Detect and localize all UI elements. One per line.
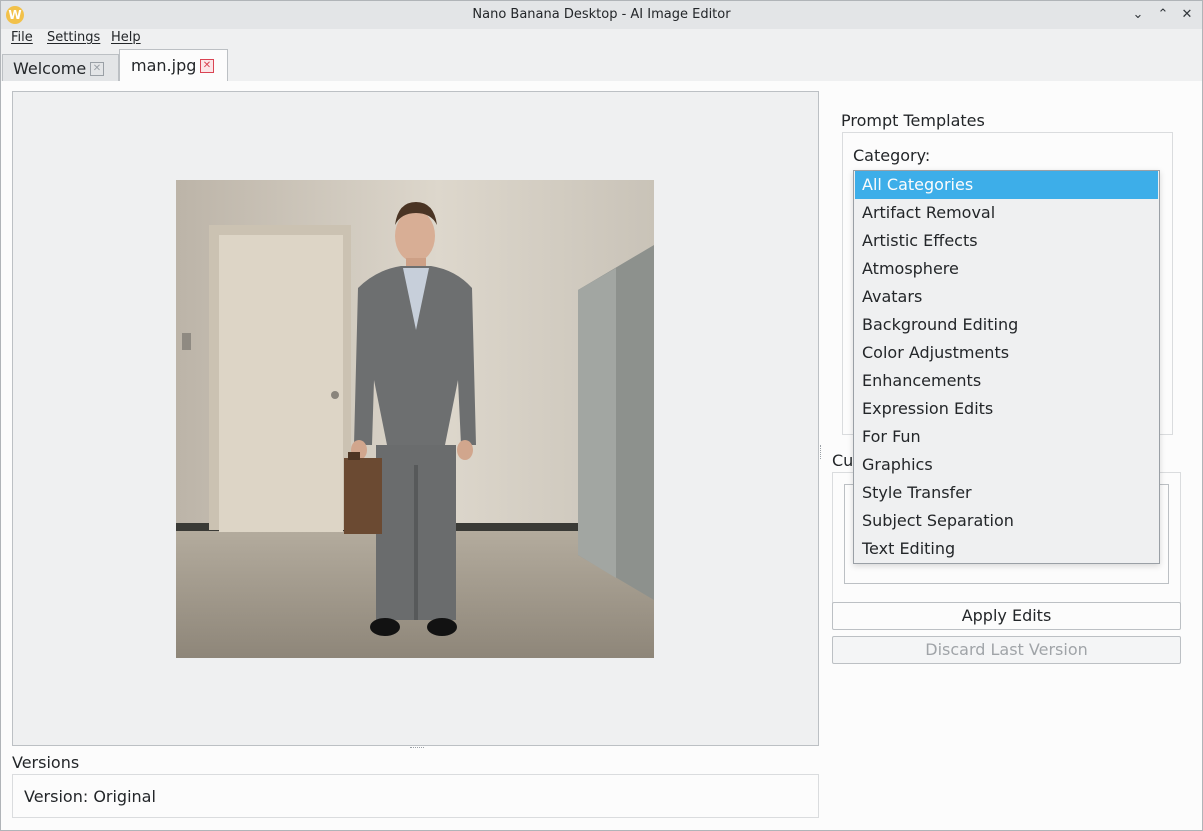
- discard-last-version-button[interactable]: Discard Last Version: [832, 636, 1181, 664]
- version-item[interactable]: Version: Original: [24, 787, 156, 806]
- tab-man-jpg[interactable]: man.jpg ✕: [119, 49, 228, 81]
- minimize-icon[interactable]: ⌄: [1128, 5, 1148, 25]
- custom-prompt-label: Cu: [832, 451, 854, 470]
- category-option-artifact-removal[interactable]: Artifact Removal: [855, 199, 1158, 227]
- prompt-templates-title: Prompt Templates: [841, 111, 985, 130]
- category-option-enhancements[interactable]: Enhancements: [855, 367, 1158, 395]
- category-option-text-editing[interactable]: Text Editing: [855, 535, 1158, 563]
- category-option-subject-separation[interactable]: Subject Separation: [855, 507, 1158, 535]
- category-option-graphics[interactable]: Graphics: [855, 451, 1158, 479]
- app-window: W Nano Banana Desktop - AI Image Editor …: [0, 0, 1203, 831]
- category-dropdown-list[interactable]: All Categories Artifact Removal Artistic…: [853, 170, 1160, 564]
- close-tab-icon[interactable]: ✕: [200, 59, 214, 73]
- category-option-color-adjustments[interactable]: Color Adjustments: [855, 339, 1158, 367]
- category-label: Category:: [853, 146, 931, 165]
- tab-man-jpg-label: man.jpg: [131, 56, 197, 75]
- category-option-all-categories[interactable]: All Categories: [855, 171, 1158, 199]
- tab-welcome-label: Welcome: [13, 59, 87, 78]
- man-photo-image: [176, 180, 654, 658]
- tab-bar: Welcome ✕ man.jpg ✕: [1, 49, 1202, 82]
- category-option-atmosphere[interactable]: Atmosphere: [855, 255, 1158, 283]
- image-preview: [176, 180, 654, 658]
- close-tab-icon[interactable]: ✕: [90, 62, 104, 76]
- category-option-avatars[interactable]: Avatars: [855, 283, 1158, 311]
- maximize-icon[interactable]: ⌃: [1153, 5, 1173, 25]
- category-option-artistic-effects[interactable]: Artistic Effects: [855, 227, 1158, 255]
- versions-list[interactable]: Version: Original: [12, 774, 819, 818]
- menu-bar: File Settings Help: [1, 29, 1202, 49]
- category-option-expression-edits[interactable]: Expression Edits: [855, 395, 1158, 423]
- window-title: Nano Banana Desktop - AI Image Editor: [472, 7, 731, 22]
- close-window-icon[interactable]: ✕: [1177, 5, 1197, 25]
- menu-help[interactable]: Help: [111, 30, 141, 45]
- image-canvas[interactable]: [12, 91, 819, 746]
- menu-file[interactable]: File: [11, 30, 33, 45]
- editor-area: Versions Version: Original Prompt Templa…: [1, 81, 1202, 830]
- splitter-handle[interactable]: [410, 747, 424, 750]
- tab-welcome[interactable]: Welcome ✕: [2, 54, 119, 81]
- apply-edits-button[interactable]: Apply Edits: [832, 602, 1181, 630]
- menu-settings[interactable]: Settings: [47, 30, 100, 45]
- category-option-for-fun[interactable]: For Fun: [855, 423, 1158, 451]
- versions-label: Versions: [12, 753, 80, 772]
- side-splitter-handle[interactable]: [820, 445, 823, 459]
- category-option-style-transfer[interactable]: Style Transfer: [855, 479, 1158, 507]
- title-bar: W Nano Banana Desktop - AI Image Editor …: [1, 1, 1202, 29]
- category-option-background-editing[interactable]: Background Editing: [855, 311, 1158, 339]
